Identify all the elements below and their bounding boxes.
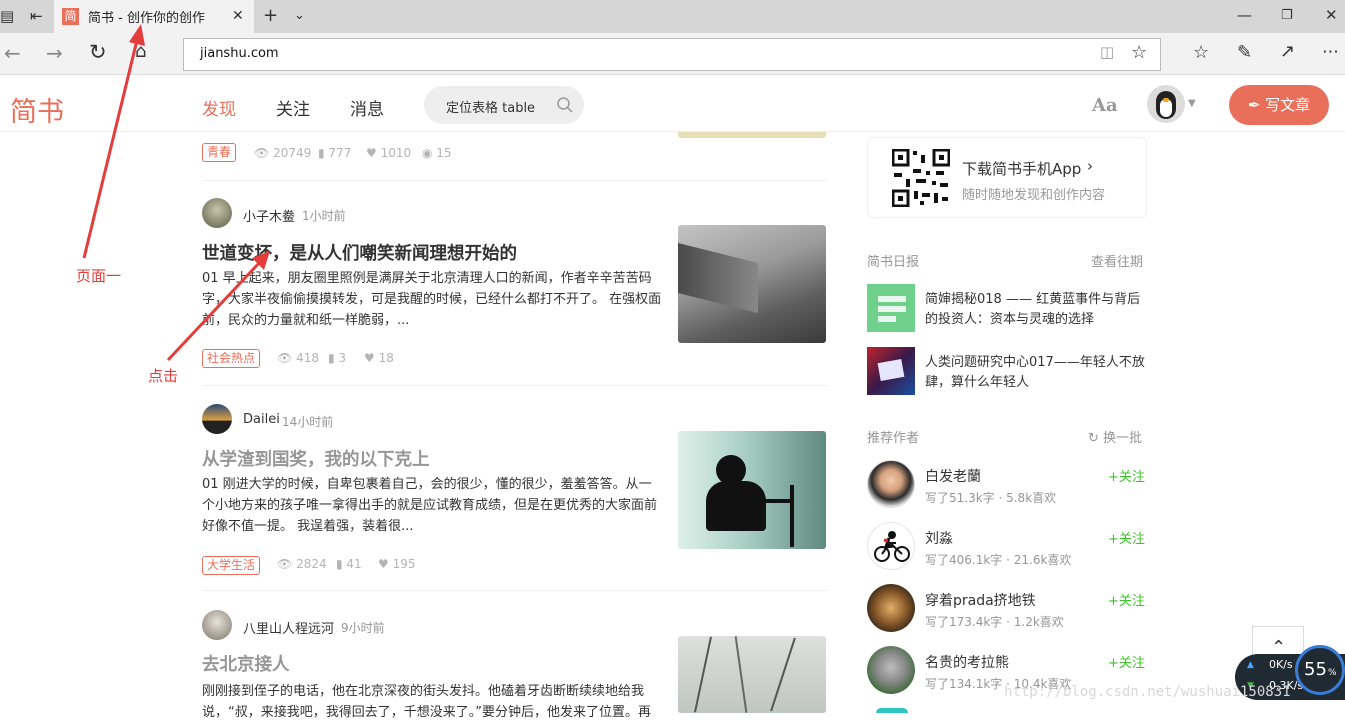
annotation-click: 点击 [148, 367, 179, 385]
arrow-to-title [166, 260, 262, 362]
annotation-page-one: 页面一 [76, 267, 122, 285]
annotation-arrows [82, 24, 270, 362]
arrowhead-icon [129, 24, 145, 46]
arrow-to-tab [82, 35, 140, 259]
